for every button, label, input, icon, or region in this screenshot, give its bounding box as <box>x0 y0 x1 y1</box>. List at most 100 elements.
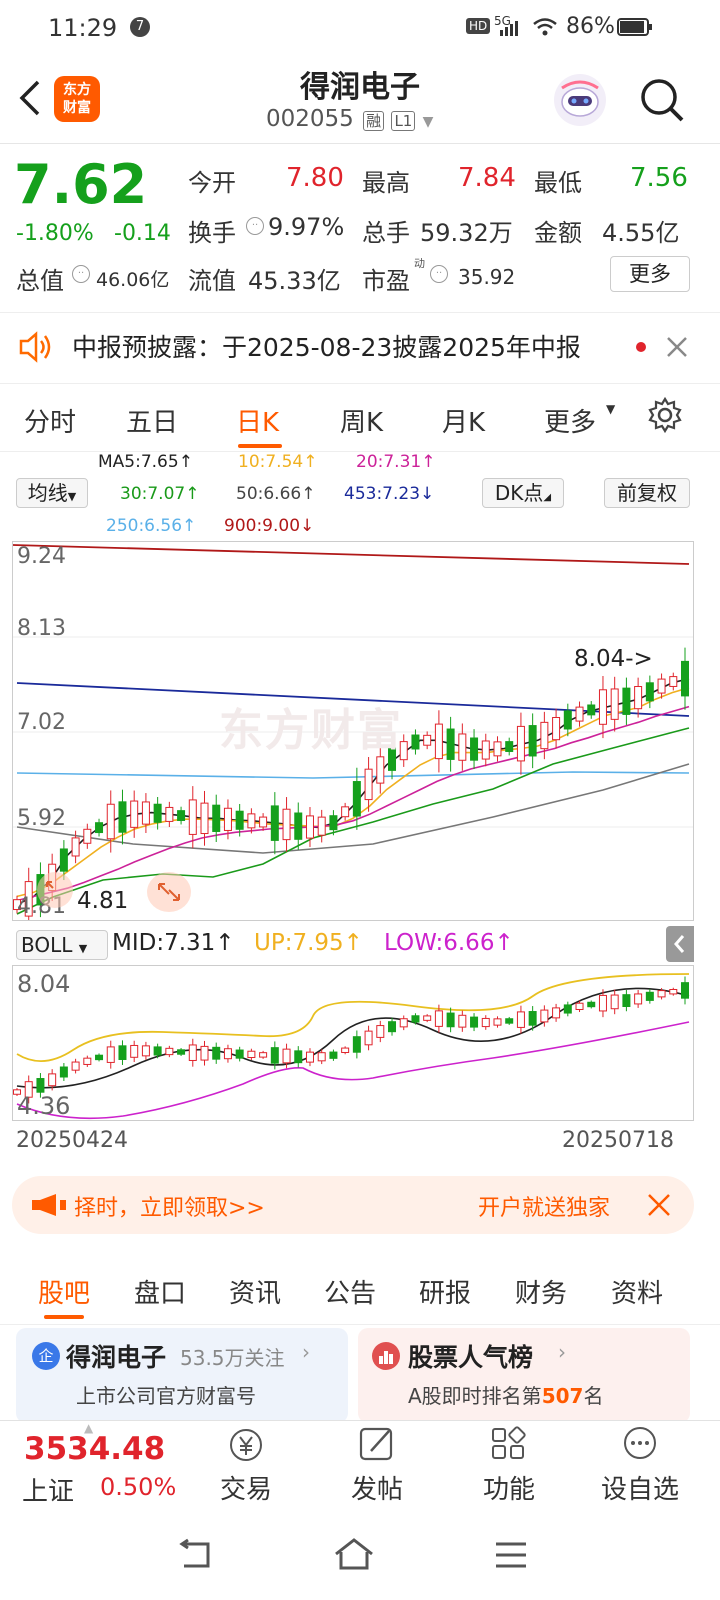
amount-label: 金额 <box>534 219 582 247</box>
promo-banner[interactable]: 择时，立即领取>> 开户就送独家 <box>12 1176 694 1234</box>
more-button[interactable]: 更多 <box>610 256 690 292</box>
dk-point-button[interactable]: DK点◢ <box>482 478 564 508</box>
status-bar: 11:29 7 HD 5G 86% <box>0 0 720 56</box>
close-icon[interactable] <box>646 1192 672 1218</box>
kline-chart[interactable]: 东方财富 9.24 8.13 7.02 5.92 4.81 8.04-> 4.8… <box>12 541 694 921</box>
candle <box>223 807 232 831</box>
popularity-card[interactable]: 股票人气榜 › A股即时排名第507名 <box>358 1328 690 1423</box>
gear-icon[interactable] <box>646 396 684 434</box>
adjust-button[interactable]: 前复权 <box>604 478 690 508</box>
notice-bar[interactable]: 中报预披露：于2025-08-23披露2025年中报 <box>0 314 720 384</box>
turnover-label: 换手 <box>188 219 236 247</box>
candle <box>411 1015 420 1023</box>
nav-add-watchlist[interactable]: 设自选 <box>580 1421 700 1513</box>
ma50-label: 50:6.66↑ <box>236 484 316 504</box>
candle <box>446 1012 455 1028</box>
candle <box>587 1001 596 1008</box>
candle <box>645 991 654 1001</box>
tab-intraday[interactable]: 分时 <box>24 402 76 439</box>
chevron-left-icon[interactable] <box>666 926 694 962</box>
tab-underline <box>238 444 282 448</box>
tab-research[interactable]: 研报 <box>419 1273 471 1310</box>
info-icon[interactable]: ·· <box>246 217 264 235</box>
company-card[interactable]: 企 得润电子 53.5万关注 › 上市公司官方财富号 <box>16 1328 348 1423</box>
index-value[interactable]: 3534.48 <box>24 1431 165 1467</box>
candle <box>364 768 373 801</box>
menu-icon[interactable] <box>494 1540 528 1570</box>
candle <box>446 728 455 760</box>
candle <box>657 678 666 694</box>
tab-forum[interactable]: 股吧 <box>38 1273 90 1310</box>
pe-label: 市盈 <box>362 267 410 295</box>
candle <box>341 1047 350 1054</box>
candle <box>505 1018 514 1024</box>
candle <box>106 1046 115 1063</box>
boll-y-bottom: 4.36 <box>17 1092 71 1120</box>
caret-icon: ◢ <box>543 492 552 503</box>
close-icon[interactable] <box>664 334 690 360</box>
candle <box>317 1052 326 1062</box>
back-icon[interactable] <box>176 1538 216 1572</box>
tab-news[interactable]: 资讯 <box>229 1273 281 1310</box>
low-value: 7.56 <box>630 163 688 193</box>
tab-more[interactable]: 更多 <box>544 402 596 439</box>
tab-weekly-k[interactable]: 周K <box>340 402 383 439</box>
search-icon[interactable] <box>638 76 686 124</box>
volume-value: 59.32万 <box>420 219 513 247</box>
candle <box>294 1050 303 1064</box>
info-icon[interactable]: ·· <box>430 265 448 283</box>
candle <box>376 1025 385 1038</box>
indicator-selector[interactable]: 均线▼ <box>16 478 88 508</box>
nav-functions[interactable]: 功能 <box>449 1421 569 1513</box>
robot-assistant-icon[interactable] <box>554 74 606 126</box>
battery-percent: 86% <box>566 14 615 39</box>
candle <box>376 756 385 784</box>
candle <box>458 1014 467 1028</box>
y-label-2: 7.02 <box>17 710 66 735</box>
candle <box>341 806 350 818</box>
candle <box>317 816 326 836</box>
pe-value: 35.92 <box>458 265 516 289</box>
follower-count: 53.5万关注 <box>180 1346 285 1370</box>
pe-superscript: 动 <box>414 257 425 270</box>
tab-finance[interactable]: 财务 <box>515 1273 567 1310</box>
nav-trade[interactable]: 交易 <box>186 1421 306 1513</box>
app-logo[interactable]: 东方 财富 <box>54 76 100 122</box>
home-icon[interactable] <box>332 1536 376 1572</box>
high-label: 最高 <box>362 169 410 197</box>
candle <box>247 813 256 829</box>
back-arrow-icon[interactable] <box>16 78 44 118</box>
candle <box>411 734 420 750</box>
popularity-card-subtitle: A股即时排名第507名 <box>408 1380 603 1409</box>
tab-announcements[interactable]: 公告 <box>324 1273 376 1310</box>
tab-profile[interactable]: 资料 <box>611 1273 663 1310</box>
expand-icon[interactable] <box>147 872 191 912</box>
candle <box>681 982 689 999</box>
candle <box>235 810 244 830</box>
nav-trade-label: 交易 <box>219 1475 272 1505</box>
boll-selector[interactable]: BOLL ▼ <box>16 930 108 960</box>
ma900-line <box>13 544 690 565</box>
float-value: 45.33亿 <box>248 267 341 295</box>
nav-functions-label: 功能 <box>482 1475 535 1505</box>
candle <box>95 822 104 834</box>
ma453-label: 453:7.23↓ <box>344 484 435 504</box>
candle <box>481 1017 490 1028</box>
collapse-icon[interactable] <box>37 872 73 908</box>
stock-code-row[interactable]: 002055 融 L1 ▼ <box>266 106 433 136</box>
candle <box>141 1045 150 1057</box>
tab-monthly-k[interactable]: 月K <box>442 402 485 439</box>
candle <box>563 1004 572 1014</box>
tab-daily-k[interactable]: 日K <box>236 402 279 439</box>
candle <box>364 1030 373 1046</box>
candle <box>294 812 303 840</box>
tab-five-day[interactable]: 五日 <box>126 402 178 439</box>
candle <box>540 721 549 750</box>
tab-orderbook[interactable]: 盘口 <box>134 1273 186 1310</box>
last-price: 7.62 <box>14 153 148 216</box>
boll-chart[interactable]: 8.04 4.36 <box>12 965 694 1121</box>
info-icon[interactable]: ·· <box>72 265 90 283</box>
candle <box>282 1048 291 1064</box>
caret-down-icon: ▼ <box>78 942 88 955</box>
nav-post[interactable]: 发帖 <box>317 1421 437 1513</box>
